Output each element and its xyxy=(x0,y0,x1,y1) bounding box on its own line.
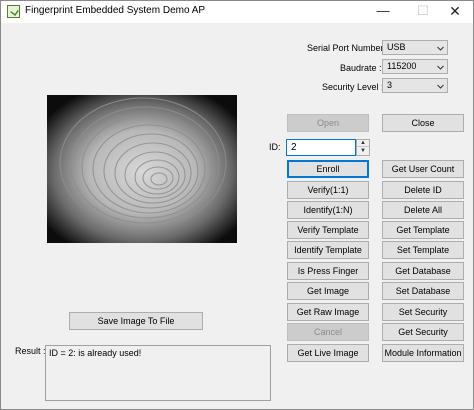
delete-id-button[interactable]: Delete ID xyxy=(382,181,464,199)
result-textbox[interactable]: ID = 2: is already used! xyxy=(45,345,271,401)
baudrate-label: Baudrate : xyxy=(340,63,382,73)
security-level-value: 3 xyxy=(387,80,393,90)
window-title: Fingerprint Embedded System Demo AP xyxy=(25,5,206,16)
serial-port-value: USB xyxy=(387,42,406,52)
fingerprint-app-icon xyxy=(7,5,20,18)
result-label: Result : xyxy=(15,346,46,356)
baudrate-select[interactable]: 115200 xyxy=(382,59,448,74)
spin-up-icon[interactable]: ▲ xyxy=(357,140,369,147)
get-live-image-button[interactable]: Get Live Image xyxy=(287,344,369,362)
security-level-label: Security Level : xyxy=(322,82,384,92)
chevron-down-icon xyxy=(437,84,444,89)
identify-button[interactable]: Identify(1:N) xyxy=(287,201,369,219)
id-input[interactable]: 2 xyxy=(286,139,356,156)
id-spinner[interactable]: ▲ ▼ xyxy=(356,139,370,156)
get-database-button[interactable]: Get Database xyxy=(382,262,464,280)
serial-port-select[interactable]: USB xyxy=(382,40,448,55)
get-user-count-button[interactable]: Get User Count xyxy=(382,160,464,178)
get-template-button[interactable]: Get Template xyxy=(382,221,464,239)
enroll-button[interactable]: Enroll xyxy=(287,160,369,178)
minimize-button[interactable]: — xyxy=(363,1,403,23)
app-window: Fingerprint Embedded System Demo AP — ☐ … xyxy=(0,0,474,410)
chevron-down-icon xyxy=(437,65,444,70)
security-level-select[interactable]: 3 xyxy=(382,78,448,93)
serial-port-label: Serial Port Number : xyxy=(307,43,389,53)
fingerprint-image xyxy=(47,95,237,243)
title-bar[interactable]: Fingerprint Embedded System Demo AP — ☐ … xyxy=(1,1,473,23)
get-security-button[interactable]: Get Security xyxy=(382,323,464,341)
baudrate-value: 115200 xyxy=(387,61,417,71)
id-label: ID: xyxy=(269,142,281,152)
result-text: ID = 2: is already used! xyxy=(49,348,142,358)
close-button[interactable]: Close xyxy=(382,114,464,132)
save-image-button[interactable]: Save Image To File xyxy=(69,312,203,330)
is-press-finger-button[interactable]: Is Press Finger xyxy=(287,262,369,280)
open-button[interactable]: Open xyxy=(287,114,369,132)
spin-down-icon[interactable]: ▼ xyxy=(357,148,369,155)
module-information-button[interactable]: Module Information xyxy=(382,344,464,362)
id-value: 2 xyxy=(291,142,297,153)
verify-template-button[interactable]: Verify Template xyxy=(287,221,369,239)
identify-template-button[interactable]: Identify Template xyxy=(287,241,369,259)
get-raw-image-button[interactable]: Get Raw Image xyxy=(287,303,369,321)
set-template-button[interactable]: Set Template xyxy=(382,241,464,259)
get-image-button[interactable]: Get Image xyxy=(287,282,369,300)
set-database-button[interactable]: Set Database xyxy=(382,282,464,300)
verify-button[interactable]: Verify(1:1) xyxy=(287,181,369,199)
delete-all-button[interactable]: Delete All xyxy=(382,201,464,219)
close-window-button[interactable]: ✕ xyxy=(435,1,474,23)
chevron-down-icon xyxy=(437,46,444,51)
cancel-button[interactable]: Cancel xyxy=(287,323,369,341)
set-security-button[interactable]: Set Security xyxy=(382,303,464,321)
